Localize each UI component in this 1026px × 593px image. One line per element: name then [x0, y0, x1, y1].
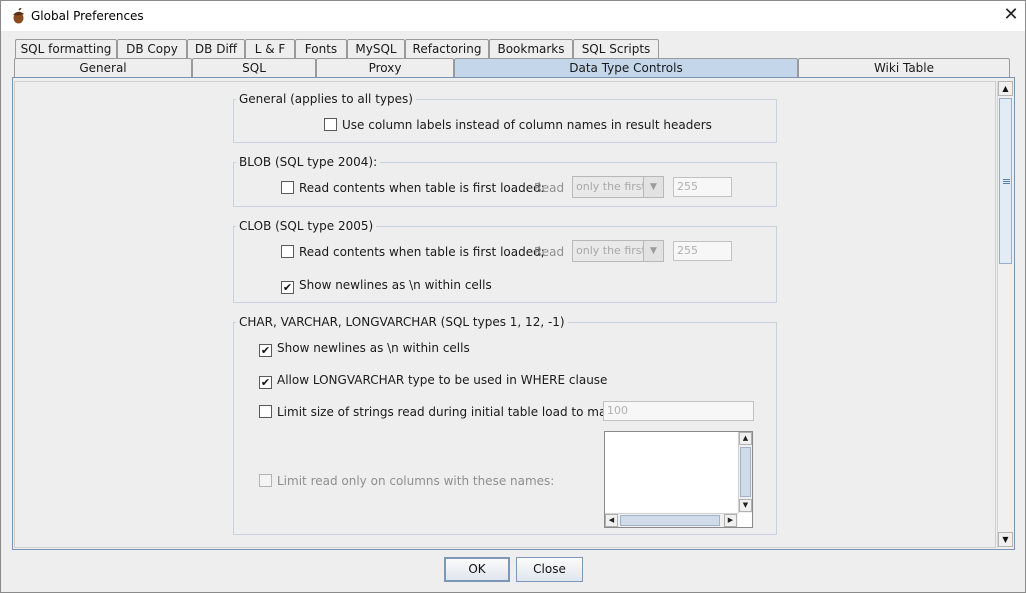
clob-read-mode-value: only the first — [576, 244, 646, 257]
tab-label: SQL Scripts — [581, 42, 651, 56]
window-title: Global Preferences — [31, 9, 144, 23]
checkmark-icon[interactable]: ✔ — [259, 344, 272, 357]
ok-button[interactable]: OK — [444, 557, 510, 582]
clob-read-size-input[interactable]: 255 — [673, 241, 732, 261]
use-column-labels-checkbox[interactable] — [324, 118, 337, 131]
clob-read-contents-label: Read contents when table is first loaded… — [299, 245, 545, 259]
tab-sql-formatting[interactable]: SQL formatting — [15, 39, 117, 58]
limit-size-option[interactable]: Limit size of strings read during initia… — [259, 404, 632, 420]
tab-label: Fonts — [304, 42, 338, 56]
checkmark-icon[interactable]: ✔ — [281, 281, 294, 294]
limit-columns-checkbox[interactable] — [259, 474, 272, 487]
tab-label: DB Copy — [126, 42, 178, 56]
blob-read-contents-option[interactable]: Read contents when table is first loaded… — [281, 180, 545, 196]
list-hscroll-thumb[interactable] — [620, 515, 720, 526]
tab-label: L & F — [254, 42, 286, 56]
use-column-labels-option[interactable]: Use column labels instead of column name… — [324, 117, 712, 133]
tab-label: Wiki Table — [873, 61, 935, 75]
acorn-icon — [13, 8, 24, 24]
chevron-down-icon[interactable]: ▼ — [643, 177, 663, 197]
clob-read-label: Read — [534, 245, 565, 259]
limit-size-checkbox[interactable] — [259, 405, 272, 418]
tab-general[interactable]: General — [14, 58, 192, 77]
tab-db-diff[interactable]: DB Diff — [187, 39, 245, 58]
global-preferences-window: Global Preferences ✕ SQL formatting DB C… — [0, 0, 1026, 593]
allow-longvarchar-label: Allow LONGVARCHAR type to be used in WHE… — [277, 373, 608, 387]
char-group-title: CHAR, VARCHAR, LONGVARCHAR (SQL types 1,… — [236, 315, 568, 329]
list-horizontal-scrollbar[interactable]: ◀ ▶ — [605, 513, 738, 527]
tab-label: Data Type Controls — [569, 61, 683, 75]
char-show-newlines-label: Show newlines as \n within cells — [277, 341, 470, 355]
scroll-down-icon[interactable]: ▼ — [739, 499, 752, 512]
general-group-title: General (applies to all types) — [236, 92, 416, 106]
tab-db-copy[interactable]: DB Copy — [117, 39, 187, 58]
scroll-up-icon[interactable]: ▲ — [739, 432, 752, 445]
limit-size-label: Limit size of strings read during initia… — [277, 405, 633, 419]
grip-line — [1003, 179, 1010, 180]
limit-columns-label: Limit read only on columns with these na… — [277, 474, 555, 488]
close-button[interactable]: Close — [516, 557, 583, 582]
blob-read-mode-value: only the first — [576, 180, 646, 193]
tab-refactoring[interactable]: Refactoring — [405, 39, 489, 58]
title-bar: Global Preferences ✕ — [1, 1, 1025, 31]
blob-group-title: BLOB (SQL type 2004): — [236, 155, 381, 169]
limit-columns-option[interactable]: Limit read only on columns with these na… — [259, 473, 554, 489]
list-scroll-thumb[interactable] — [740, 447, 751, 497]
clob-read-contents-option[interactable]: Read contents when table is first loaded… — [281, 244, 545, 260]
tab-look-and-feel[interactable]: L & F — [245, 39, 295, 58]
clob-read-mode-select[interactable]: only the first ▼ — [572, 240, 664, 262]
grip-line — [1003, 181, 1010, 182]
blob-read-contents-label: Read contents when table is first loaded… — [299, 181, 545, 195]
grip-line — [1003, 183, 1010, 184]
blob-read-contents-checkbox[interactable] — [281, 181, 294, 194]
chevron-down-icon[interactable]: ▼ — [643, 241, 663, 261]
tab-bookmarks[interactable]: Bookmarks — [489, 39, 573, 58]
tab-label: General — [79, 61, 127, 75]
tab-data-type-controls[interactable]: Data Type Controls — [454, 58, 798, 77]
char-show-newlines-option[interactable]: ✔ Show newlines as \n within cells — [259, 340, 470, 357]
blob-read-size-input[interactable]: 255 — [673, 177, 732, 197]
tab-label: SQL — [242, 61, 266, 75]
tab-proxy[interactable]: Proxy — [316, 58, 454, 77]
checkmark-icon[interactable]: ✔ — [259, 376, 272, 389]
scroll-left-icon[interactable]: ◀ — [605, 514, 618, 527]
list-vertical-scrollbar[interactable]: ▲ ▼ — [738, 432, 752, 513]
tab-label: Proxy — [368, 61, 402, 75]
tab-label: SQL formatting — [20, 42, 112, 56]
clob-show-newlines-label: Show newlines as \n within cells — [299, 278, 492, 292]
tab-sql[interactable]: SQL — [192, 58, 316, 77]
scroll-down-icon[interactable]: ▼ — [998, 532, 1013, 547]
tab-label: DB Diff — [194, 42, 238, 56]
scroll-up-icon[interactable]: ▲ — [998, 81, 1013, 96]
clob-show-newlines-option[interactable]: ✔ Show newlines as \n within cells — [281, 277, 492, 294]
blob-read-label: Read — [534, 181, 565, 195]
tab-label: MySQL — [355, 42, 397, 56]
limit-size-input[interactable]: 100 — [603, 401, 754, 421]
use-column-labels-label: Use column labels instead of column name… — [342, 118, 712, 132]
main-scroll-thumb[interactable] — [999, 98, 1012, 264]
tab-sql-scripts[interactable]: SQL Scripts — [573, 39, 659, 58]
tab-fonts[interactable]: Fonts — [295, 39, 347, 58]
main-vertical-scrollbar[interactable]: ▲ ▼ — [997, 81, 1013, 548]
clob-group-title: CLOB (SQL type 2005) — [236, 219, 377, 233]
tab-wiki-table[interactable]: Wiki Table — [798, 58, 1010, 77]
scroll-right-icon[interactable]: ▶ — [724, 514, 737, 527]
tab-label: Bookmarks — [497, 42, 565, 56]
column-names-list[interactable]: ▲ ▼ ◀ ▶ — [604, 431, 753, 528]
allow-longvarchar-option[interactable]: ✔ Allow LONGVARCHAR type to be used in WH… — [259, 372, 607, 389]
tab-label: Refactoring — [412, 42, 482, 56]
close-icon[interactable]: ✕ — [997, 1, 1025, 31]
clob-read-contents-checkbox[interactable] — [281, 245, 294, 258]
blob-read-mode-select[interactable]: only the first ▼ — [572, 176, 664, 198]
tab-mysql[interactable]: MySQL — [347, 39, 405, 58]
